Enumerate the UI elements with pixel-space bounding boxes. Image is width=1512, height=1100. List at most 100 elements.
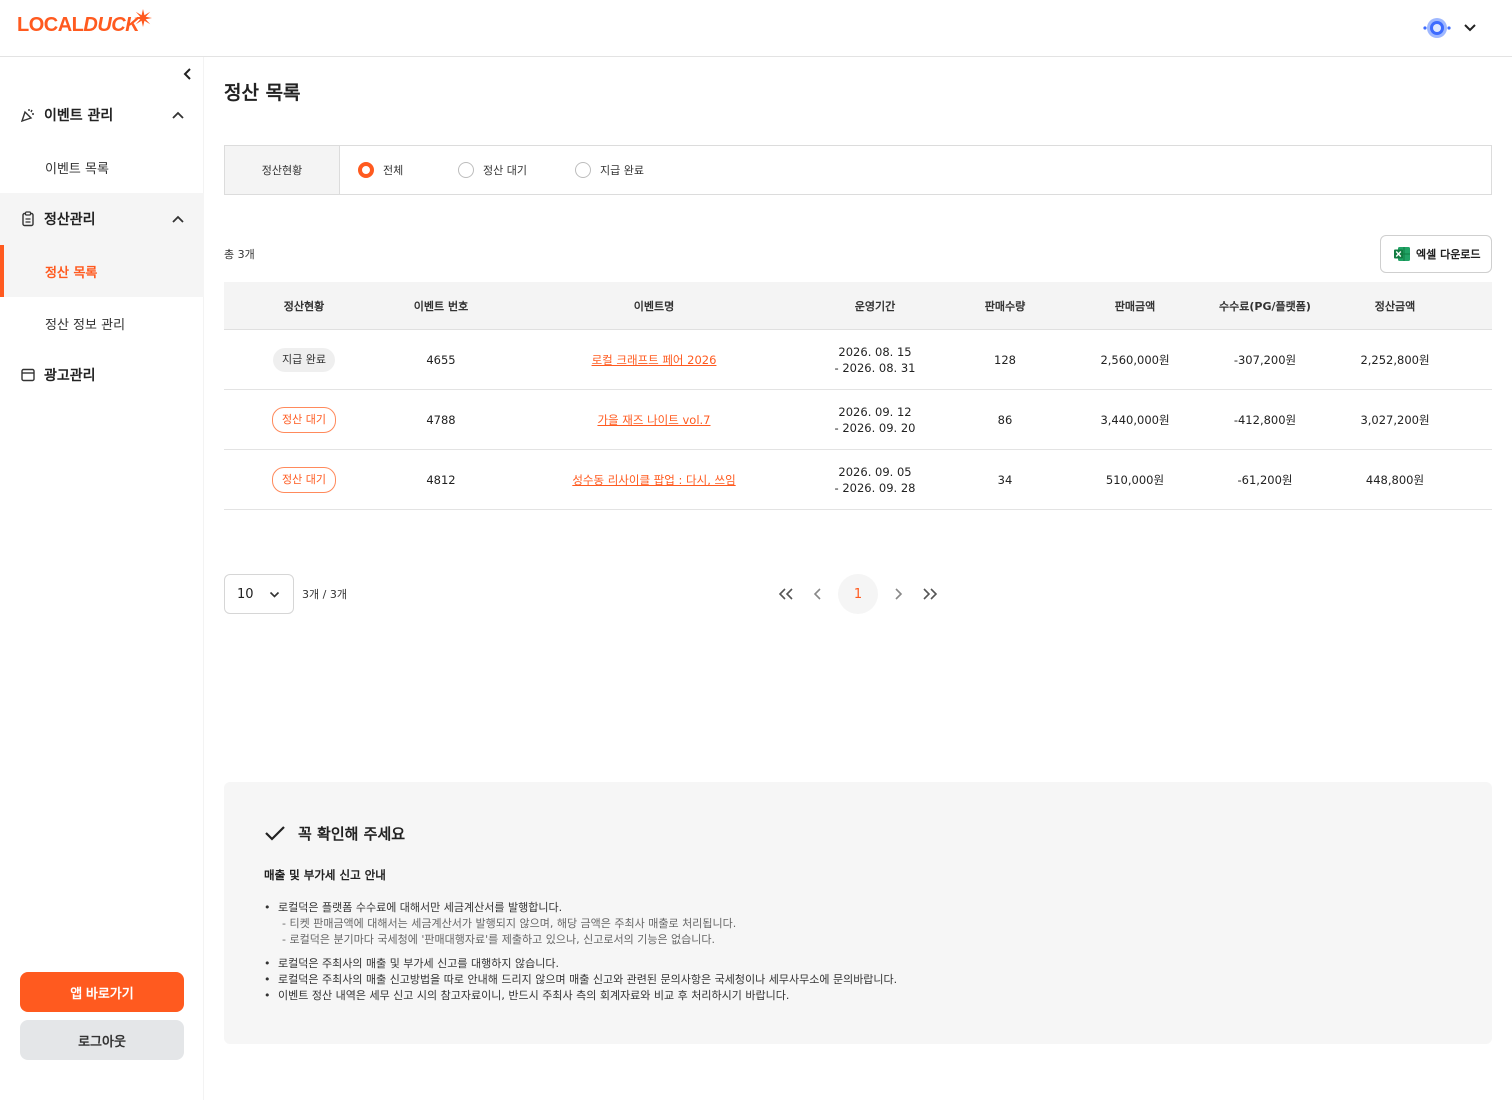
table-row: 정산 대기 4788 가을 재즈 나이트 vol.7 2026. 09. 12 … — [224, 390, 1492, 450]
column-header: 이벤트 번호 — [413, 300, 469, 313]
confetti-icon — [20, 109, 34, 123]
notice-item: 로컬덕은 주최사의 매출 및 부가세 신고를 대행하지 않습니다. — [264, 956, 897, 972]
status-badge: 정산 대기 — [272, 407, 336, 433]
table-row: 정산 대기 4812 성수동 리사이클 팝업 : 다시, 쓰임 2026. 09… — [224, 450, 1492, 510]
event-period: 2026. 08. 15 - 2026. 08. 31 — [805, 330, 945, 390]
page-size-value: 10 — [237, 586, 254, 602]
notice-item: 로컬덕은 주최사의 매출 신고방법을 따로 안내해 드리지 않으며 매출 신고와… — [264, 972, 897, 988]
event-period: 2026. 09. 12 - 2026. 09. 20 — [805, 390, 945, 450]
logout-button[interactable]: 로그아웃 — [20, 1020, 184, 1060]
total-count: 총 3개 — [224, 248, 255, 261]
chevron-up-icon[interactable] — [171, 214, 185, 224]
notice-subitem: - 티켓 판매금액에 대해서는 세금계산서가 발행되지 않으며, 해당 금액은 … — [282, 917, 737, 930]
top-header: LOCALDUCK — [0, 0, 1512, 57]
radio-dot[interactable] — [358, 162, 374, 178]
period-end: - 2026. 08. 31 — [834, 361, 916, 375]
notice-title: 꼭 확인해 주세요 — [298, 825, 406, 843]
column-header: 판매금액 — [1114, 300, 1156, 313]
chevron-down-icon[interactable] — [1463, 22, 1477, 34]
open-app-button[interactable]: 앱 바로가기 — [20, 972, 184, 1012]
notice-box: 꼭 확인해 주세요 매출 및 부가세 신고 안내 로컬덕은 플랫폼 수수료에 대… — [224, 782, 1492, 1044]
sidebar: 이벤트 관리 이벤트 목록 정산관리 정산 목록 정산 정보 관리 광고관리 앱… — [0, 57, 204, 1100]
excel-download-button[interactable]: 엑셀 다운로드 — [1380, 235, 1492, 273]
page-count: 3개 / 3개 — [302, 588, 347, 601]
sidebar-group-ads[interactable]: 광고관리 — [0, 349, 204, 401]
sales-quantity: 34 — [997, 473, 1013, 487]
chevron-up-icon[interactable] — [171, 110, 185, 120]
clipboard-icon — [22, 211, 34, 227]
event-name-link[interactable]: 가을 재즈 나이트 vol.7 — [597, 412, 710, 428]
radio-label: 지급 완료 — [600, 164, 644, 177]
page-number-button[interactable]: 1 — [838, 574, 878, 614]
settlement-amount: 2,252,800원 — [1360, 353, 1430, 367]
column-header: 판매수량 — [984, 300, 1026, 313]
sidebar-item-settlement-info[interactable]: 정산 정보 관리 — [0, 297, 204, 349]
sidebar-item-label: 이벤트 목록 — [45, 161, 109, 177]
localduck-logo[interactable]: LOCALDUCK — [17, 14, 140, 37]
event-number: 4788 — [426, 413, 456, 427]
period-end: - 2026. 09. 28 — [834, 481, 916, 495]
sidebar-item-settlement-list[interactable]: 정산 목록 — [0, 245, 204, 297]
table-header: 정산현황 이벤트 번호 이벤트명 운영기간 판매수량 판매금액 수수료(PG/플… — [224, 282, 1492, 330]
chevron-down-icon — [269, 591, 280, 598]
radio-label: 전체 — [383, 164, 404, 177]
sales-amount: 2,560,000원 — [1100, 353, 1170, 367]
sidebar-group-label: 광고관리 — [44, 368, 96, 384]
double-chevron-left-icon — [778, 588, 793, 600]
event-period: 2026. 09. 05 - 2026. 09. 28 — [805, 450, 945, 510]
excel-icon — [1394, 247, 1410, 261]
settlement-table: 정산현황 이벤트 번호 이벤트명 운영기간 판매수량 판매금액 수수료(PG/플… — [224, 282, 1492, 510]
page-size-select[interactable]: 10 — [224, 574, 294, 614]
radio-paid[interactable]: 지급 완료 — [575, 162, 644, 178]
status-filter: 정산현황 전체 정산 대기 지급 완료 — [224, 145, 1492, 195]
radio-dot[interactable] — [458, 162, 474, 178]
fee-amount: -61,200원 — [1237, 473, 1293, 487]
prev-page-button[interactable] — [808, 584, 828, 604]
user-avatar-icon[interactable] — [1422, 16, 1452, 40]
collapse-sidebar-icon[interactable] — [181, 67, 195, 81]
period-start: 2026. 08. 15 — [838, 345, 912, 359]
sidebar-group-settlement[interactable]: 정산관리 — [0, 193, 204, 245]
status-badge: 지급 완료 — [273, 348, 335, 372]
sidebar-item-label: 정산 정보 관리 — [45, 317, 126, 333]
column-header: 수수료(PG/플랫폼) — [1219, 300, 1311, 313]
check-icon — [265, 826, 285, 841]
period-start: 2026. 09. 12 — [838, 405, 912, 419]
event-name-link[interactable]: 로컬 크래프트 페어 2026 — [592, 352, 717, 368]
column-header: 운영기간 — [854, 300, 896, 313]
sidebar-item-event-list[interactable]: 이벤트 목록 — [0, 141, 204, 193]
sales-amount: 3,440,000원 — [1100, 413, 1170, 427]
next-page-button[interactable] — [888, 584, 908, 604]
notice-subtitle: 매출 및 부가세 신고 안내 — [264, 868, 386, 882]
ad-window-icon — [21, 368, 35, 382]
sparkle-icon — [134, 9, 152, 27]
radio-all[interactable]: 전체 — [358, 162, 403, 178]
sidebar-group-label: 정산관리 — [44, 212, 96, 228]
column-header: 이벤트명 — [633, 300, 675, 313]
event-name-link[interactable]: 성수동 리사이클 팝업 : 다시, 쓰임 — [572, 472, 735, 488]
radio-pending[interactable]: 정산 대기 — [458, 162, 527, 178]
notice-item: 이벤트 정산 내역은 세무 신고 시의 참고자료이니, 반드시 주최사 측의 회… — [264, 988, 897, 1004]
status-badge: 정산 대기 — [272, 467, 336, 493]
column-header: 정산현황 — [283, 300, 325, 313]
excel-download-label: 엑셀 다운로드 — [1416, 248, 1481, 261]
radio-dot[interactable] — [575, 162, 591, 178]
settlement-amount: 3,027,200원 — [1360, 413, 1430, 427]
first-page-button[interactable] — [776, 584, 796, 604]
logo-text-local: LOCAL — [17, 14, 84, 36]
fee-amount: -307,200원 — [1233, 353, 1297, 367]
sales-quantity: 128 — [994, 353, 1016, 367]
event-number: 4812 — [426, 473, 456, 487]
period-end: - 2026. 09. 20 — [834, 421, 916, 435]
sales-quantity: 86 — [997, 413, 1013, 427]
page-title: 정산 목록 — [224, 82, 301, 104]
main-content: 정산 목록 정산현황 전체 정산 대기 지급 완료 총 3개 엑셀 다운로드 정… — [204, 57, 1512, 1100]
sidebar-item-label: 정산 목록 — [45, 265, 98, 281]
sidebar-group-event[interactable]: 이벤트 관리 — [0, 89, 204, 141]
notice-subitem: - 로컬덕은 분기마다 국세청에 '판매대행자료'를 제출하고 있으나, 신고로… — [282, 933, 716, 946]
notice-list: 로컬덕은 플랫폼 수수료에 대해서만 세금계산서를 발행합니다. - 티켓 판매… — [264, 900, 897, 1004]
notice-item: 로컬덕은 플랫폼 수수료에 대해서만 세금계산서를 발행합니다. — [264, 900, 897, 916]
filter-label: 정산현황 — [225, 146, 340, 194]
last-page-button[interactable] — [920, 584, 940, 604]
radio-label: 정산 대기 — [483, 164, 527, 177]
